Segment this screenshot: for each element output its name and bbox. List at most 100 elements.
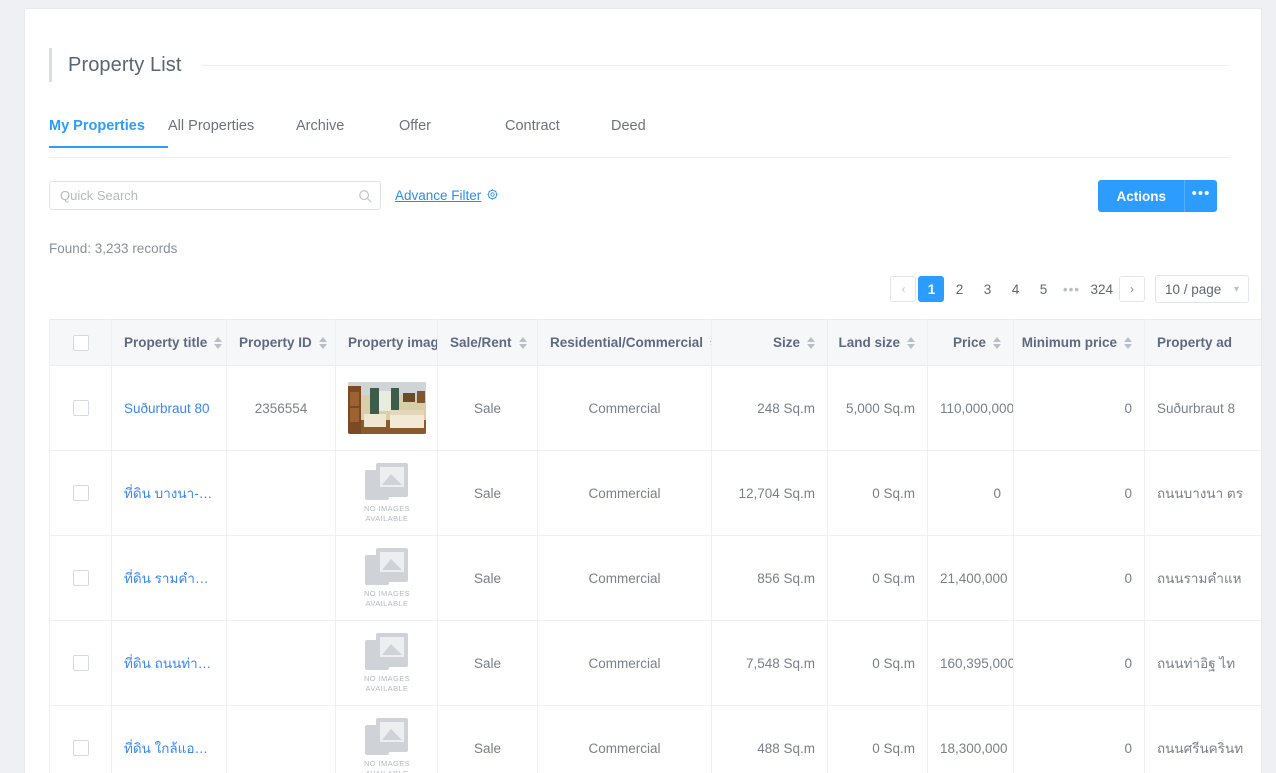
- row-checkbox[interactable]: [73, 570, 89, 586]
- advance-filter-label: Advance Filter: [395, 188, 481, 203]
- property-title-link[interactable]: ที่ดิน รามคำแหง 5...: [124, 567, 214, 589]
- actions-button[interactable]: Actions: [1098, 180, 1185, 212]
- tab-archive[interactable]: Archive: [296, 114, 399, 147]
- app-root: Property List My Properties All Properti…: [0, 0, 1276, 773]
- row-checkbox[interactable]: [73, 740, 89, 756]
- table-row[interactable]: ที่ดิน ถนนท่าอิฐ-ไ... NO IMAGES AVAILABL: [50, 621, 1262, 706]
- pagination-next[interactable]: ›: [1119, 276, 1145, 302]
- cell-property-address: Suðurbraut 8: [1145, 366, 1262, 451]
- column-residential-commercial[interactable]: Residential/Commercial: [538, 320, 712, 366]
- column-label: Land size: [838, 335, 900, 350]
- cell-property-title: ที่ดิน ใกล้แอร์พอร์...: [112, 706, 227, 773]
- sort-icon[interactable]: [907, 337, 915, 349]
- property-title-link[interactable]: ที่ดิน ถนนท่าอิฐ-ไ...: [124, 652, 214, 674]
- content-panel: Property List My Properties All Properti…: [24, 8, 1262, 773]
- column-land-size[interactable]: Land size: [828, 320, 928, 366]
- sort-icon[interactable]: [1124, 337, 1132, 349]
- pagination-prev[interactable]: ‹: [890, 276, 916, 302]
- column-size[interactable]: Size: [712, 320, 828, 366]
- cell-property-id: [227, 706, 336, 773]
- sort-icon[interactable]: [807, 337, 815, 349]
- search-field-wrapper[interactable]: [49, 181, 381, 210]
- page-header: Property List: [49, 42, 1229, 88]
- cell-price: 21,400,000: [928, 536, 1014, 621]
- cell-property-image: [336, 366, 438, 451]
- cell-size: 12,704 Sq.m: [712, 451, 828, 536]
- table-row[interactable]: ที่ดิน ใกล้แอร์พอร์... NO IMAGES AVAILAB: [50, 706, 1262, 773]
- cell-land-size: 0 Sq.m: [828, 536, 928, 621]
- record-count: Found: 3,233 records: [49, 241, 177, 256]
- row-select-cell: [50, 706, 112, 773]
- title-divider: [202, 65, 1229, 66]
- cell-sale-rent: Sale: [438, 366, 538, 451]
- cell-property-title: ที่ดิน รามคำแหง 5...: [112, 536, 227, 621]
- cell-property-image: NO IMAGES AVAILABLE: [336, 621, 438, 706]
- column-property-id[interactable]: Property ID: [227, 320, 336, 366]
- cell-property-image: NO IMAGES AVAILABLE: [336, 536, 438, 621]
- cell-property-title: ที่ดิน ถนนท่าอิฐ-ไ...: [112, 621, 227, 706]
- row-select-cell: [50, 366, 112, 451]
- tab-contract[interactable]: Contract: [505, 114, 611, 147]
- column-label: Price: [953, 335, 986, 350]
- pagination-last-page[interactable]: 324: [1086, 276, 1117, 302]
- sort-icon[interactable]: [993, 337, 1001, 349]
- column-label: Size: [773, 335, 800, 350]
- no-image-placeholder: NO IMAGES AVAILABLE: [348, 463, 426, 523]
- title-accent-bar: [49, 48, 52, 82]
- column-price[interactable]: Price: [928, 320, 1014, 366]
- cell-type: Commercial: [538, 706, 712, 773]
- column-minimum-price[interactable]: Minimum price: [1014, 320, 1145, 366]
- tab-deed[interactable]: Deed: [611, 114, 691, 147]
- cell-size: 7,548 Sq.m: [712, 621, 828, 706]
- pagination-page-5[interactable]: 5: [1030, 276, 1056, 302]
- cell-price: 110,000,000: [928, 366, 1014, 451]
- column-label: Property ad: [1157, 335, 1232, 350]
- cell-minimum-price: 0: [1014, 621, 1145, 706]
- no-image-caption-2: AVAILABLE: [366, 684, 409, 693]
- pagination-page-2[interactable]: 2: [946, 276, 972, 302]
- column-label: Property ID: [239, 335, 312, 350]
- cell-size: 248 Sq.m: [712, 366, 828, 451]
- row-checkbox[interactable]: [73, 655, 89, 671]
- tab-all-properties[interactable]: All Properties: [168, 114, 296, 147]
- cell-property-id: [227, 621, 336, 706]
- select-all-checkbox[interactable]: [73, 335, 89, 351]
- row-checkbox[interactable]: [73, 400, 89, 416]
- property-thumbnail[interactable]: [348, 382, 426, 434]
- page-size-select[interactable]: 10 / page ▾: [1155, 275, 1249, 303]
- row-checkbox[interactable]: [73, 485, 89, 501]
- cell-property-title: Suðurbraut 80: [112, 366, 227, 451]
- actions-more-icon[interactable]: •••: [1185, 180, 1217, 212]
- sort-icon[interactable]: [319, 337, 327, 349]
- cell-property-id: [227, 536, 336, 621]
- table-row[interactable]: ที่ดิน รามคำแหง 5... NO IMAGES AVAILABLE: [50, 536, 1262, 621]
- no-image-caption-2: AVAILABLE: [366, 514, 409, 523]
- advance-filter-link[interactable]: Advance Filter: [395, 181, 499, 210]
- table-row[interactable]: ที่ดิน บางนา-ตราด... NO IMAGES AVAILABLE: [50, 451, 1262, 536]
- column-property-address[interactable]: Property ad: [1145, 320, 1262, 366]
- cell-property-address: ถนนศรีนครินท: [1145, 706, 1262, 773]
- cell-property-address: ถนนรามคำแห: [1145, 536, 1262, 621]
- search-icon[interactable]: [356, 182, 380, 209]
- property-title-link[interactable]: Suðurbraut 80: [124, 401, 214, 416]
- page-size-label: 10 / page: [1165, 282, 1221, 297]
- table-row[interactable]: Suðurbraut 80 2356554: [50, 366, 1262, 451]
- column-label: Property image: [348, 335, 438, 350]
- cell-sale-rent: Sale: [438, 706, 538, 773]
- tab-offer[interactable]: Offer: [399, 114, 505, 147]
- column-sale-rent[interactable]: Sale/Rent: [438, 320, 538, 366]
- property-title-link[interactable]: ที่ดิน ใกล้แอร์พอร์...: [124, 737, 214, 759]
- cell-price: 0: [928, 451, 1014, 536]
- search-input[interactable]: [50, 182, 356, 209]
- property-table-scroll[interactable]: Property title Property ID: [49, 319, 1261, 773]
- pagination-page-4[interactable]: 4: [1002, 276, 1028, 302]
- sort-icon[interactable]: [214, 337, 222, 349]
- row-select-cell: [50, 536, 112, 621]
- property-title-link[interactable]: ที่ดิน บางนา-ตราด...: [124, 482, 214, 504]
- pagination-page-3[interactable]: 3: [974, 276, 1000, 302]
- sort-icon[interactable]: [519, 337, 527, 349]
- column-property-title[interactable]: Property title: [112, 320, 227, 366]
- tab-my-properties[interactable]: My Properties: [49, 114, 168, 147]
- row-select-cell: [50, 451, 112, 536]
- pagination-page-1[interactable]: 1: [918, 276, 944, 302]
